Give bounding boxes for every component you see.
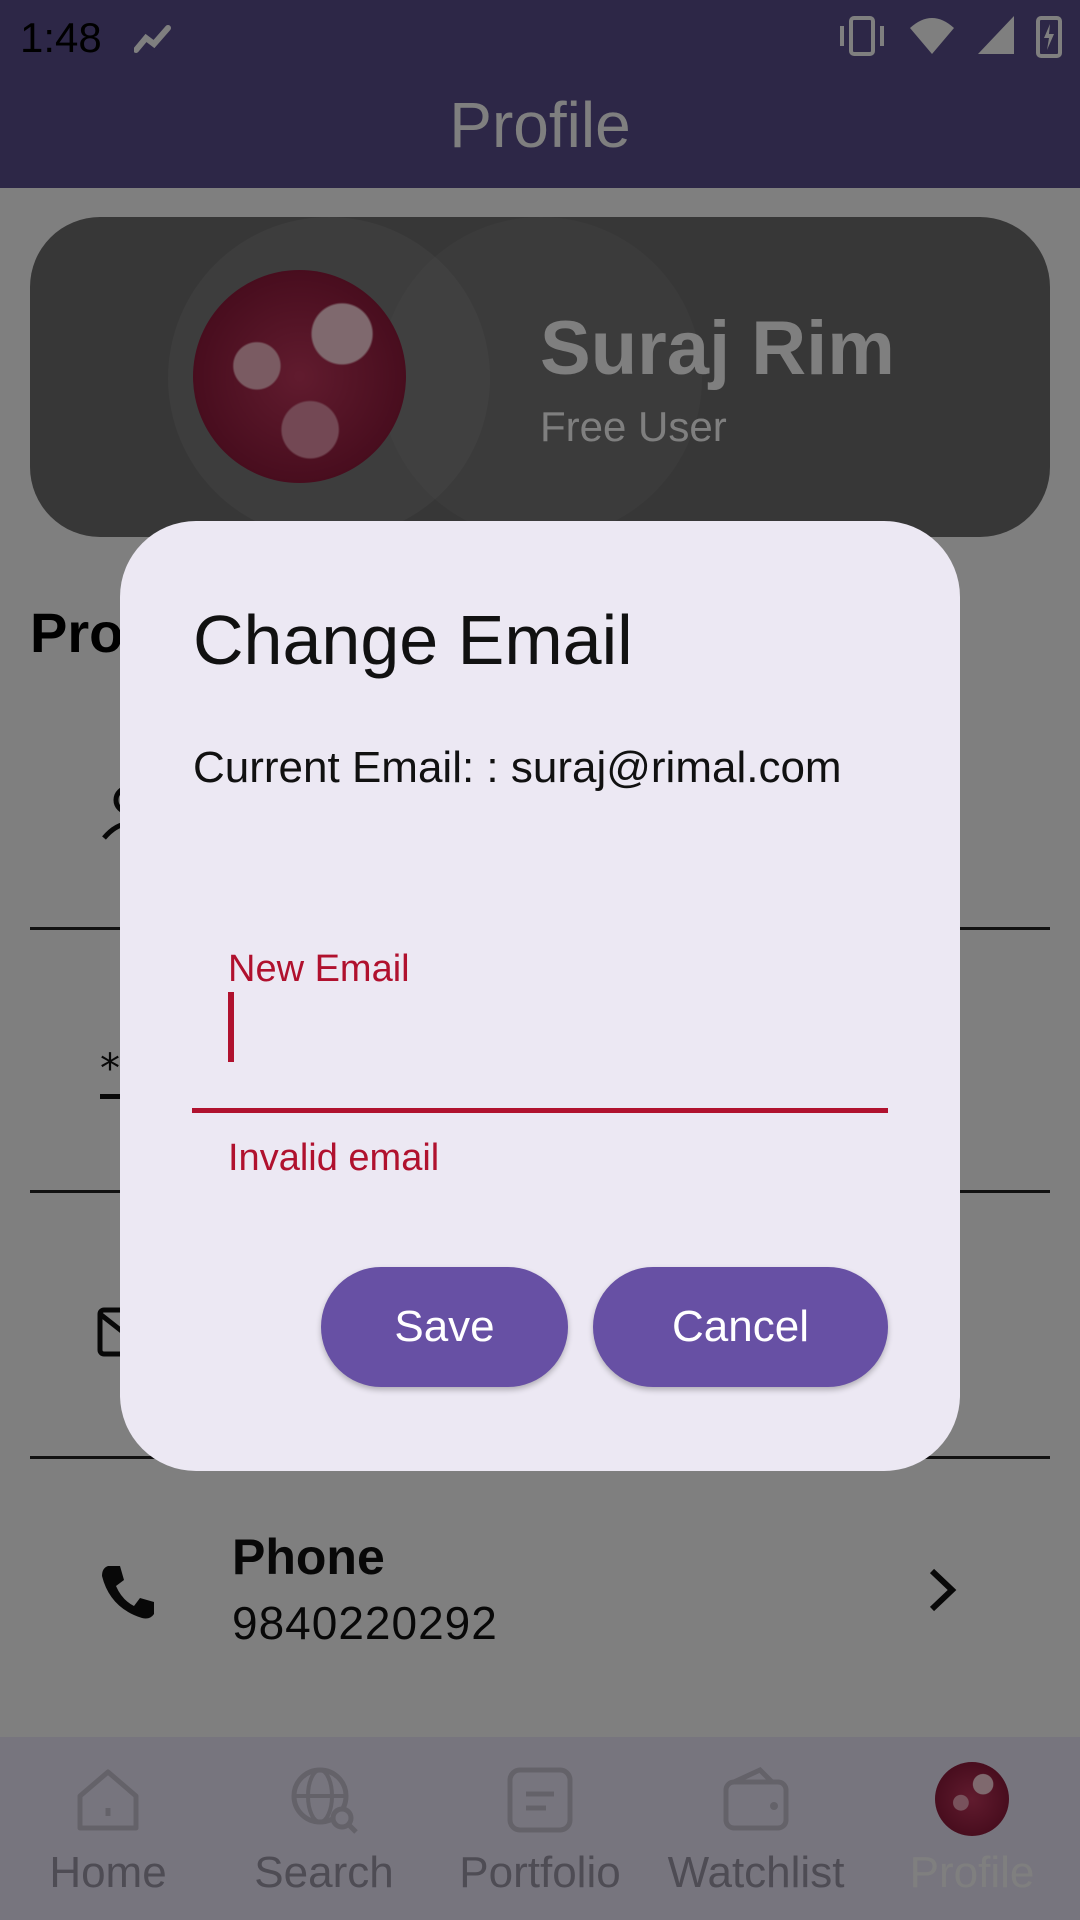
new-email-input[interactable] xyxy=(192,985,888,1065)
current-email-text: Current Email: : suraj@rimal.com xyxy=(193,743,842,792)
save-button[interactable]: Save xyxy=(321,1267,568,1387)
input-underline xyxy=(192,1108,888,1113)
error-text: Invalid email xyxy=(228,1137,440,1179)
cancel-button[interactable]: Cancel xyxy=(593,1267,888,1387)
text-cursor xyxy=(228,992,234,1062)
dialog-title: Change Email xyxy=(193,601,633,679)
